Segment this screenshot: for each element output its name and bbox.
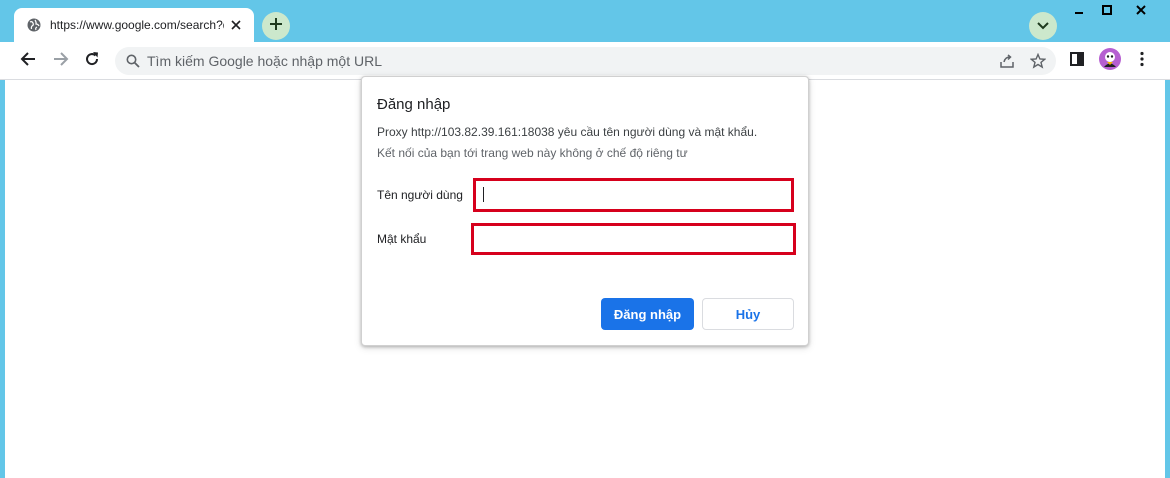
side-panel-icon [1070,51,1084,71]
avatar [1099,47,1121,75]
chevron-down-icon [1037,17,1049,35]
share-icon[interactable] [996,50,1018,72]
arrow-right-icon [53,51,69,72]
arrow-left-icon [20,51,36,72]
dialog-title: Đăng nhập [377,96,451,113]
privacy-warning: Kết nối của bạn tới trang web này không … [377,146,688,160]
star-icon[interactable] [1027,50,1049,72]
browser-toolbar [0,42,1170,80]
maximize-icon [1102,2,1112,20]
window-close-button[interactable] [1121,0,1161,22]
kebab-menu-icon [1140,51,1144,72]
address-bar[interactable] [115,47,1056,75]
window-maximize-button[interactable] [1094,0,1120,22]
login-button[interactable]: Đăng nhập [601,298,694,330]
dialog-message: Proxy http://103.82.39.161:18038 yêu cầu… [377,125,758,139]
reload-button[interactable] [79,48,105,74]
text-caret [483,187,484,202]
address-input[interactable] [147,51,967,71]
side-panel-button[interactable] [1064,48,1090,74]
plus-icon [269,17,283,36]
password-field[interactable] [471,223,796,255]
profile-button[interactable] [1097,47,1123,75]
close-icon [1136,2,1146,20]
globe-icon [27,18,41,32]
cancel-button[interactable]: Hủy [702,298,794,330]
forward-button[interactable] [48,48,74,74]
reload-icon [84,51,100,72]
tab-strip: https://www.google.com/search?q= [0,0,1170,42]
new-tab-button[interactable] [262,12,290,40]
back-button[interactable] [15,48,41,74]
proxy-auth-dialog: Đăng nhập Proxy http://103.82.39.161:180… [361,76,809,346]
minimize-icon [1074,2,1084,20]
tab-search-button[interactable] [1029,12,1057,40]
browser-menu-button[interactable] [1129,48,1155,74]
window-minimize-button[interactable] [1066,0,1092,22]
password-label: Mật khẩu [377,232,427,246]
username-label: Tên người dùng [377,188,463,202]
browser-tab[interactable]: https://www.google.com/search?q= [14,8,254,42]
close-icon[interactable] [228,17,244,33]
username-field[interactable] [473,178,794,212]
tab-title: https://www.google.com/search?q= [50,18,224,32]
search-icon [126,54,140,68]
